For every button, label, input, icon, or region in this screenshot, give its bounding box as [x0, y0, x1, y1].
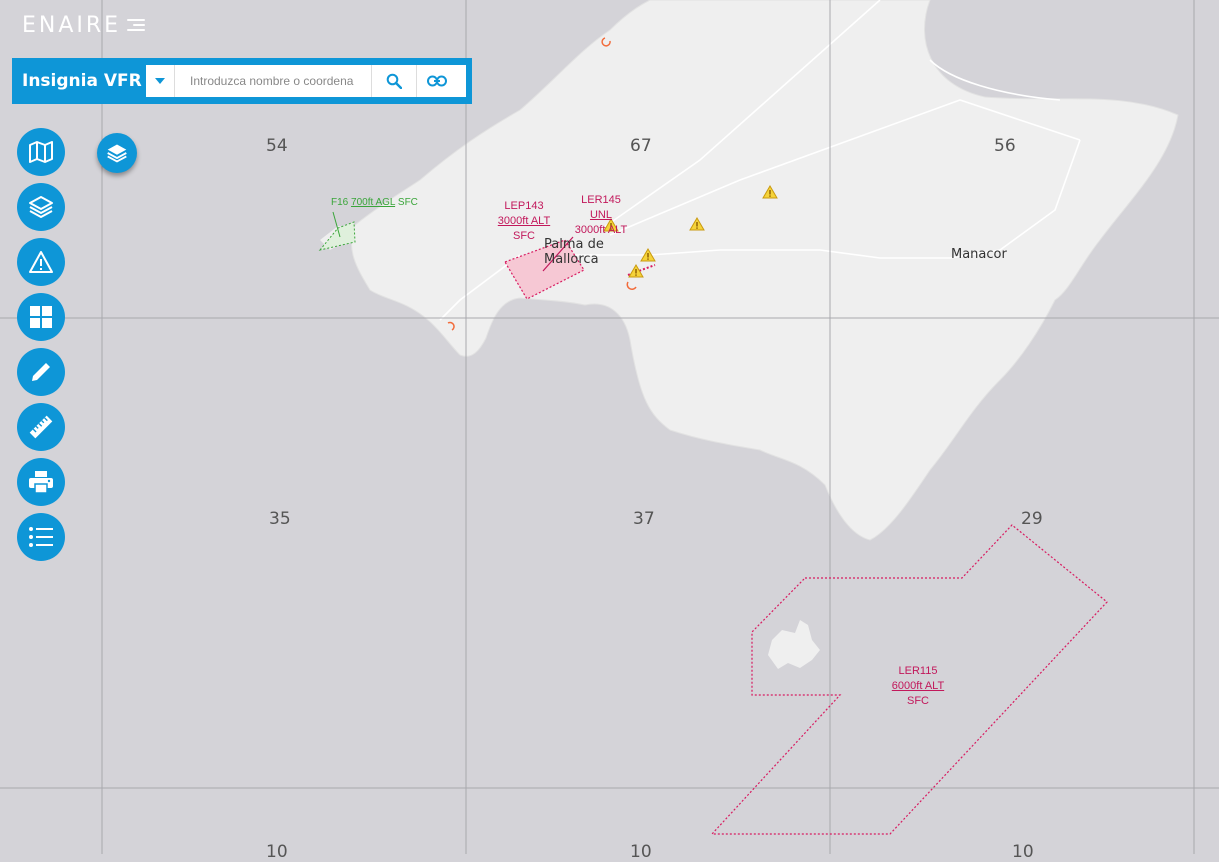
zone-name: LER145 — [581, 194, 621, 206]
search-bar: Insignia VFR — [12, 58, 472, 104]
zone-name: LER115 — [898, 665, 938, 677]
search-input[interactable] — [175, 67, 371, 95]
search-button[interactable] — [371, 65, 417, 97]
zone-label-f16[interactable]: F16 700ft AGL SFC — [331, 197, 418, 208]
grid-icon — [30, 306, 52, 328]
place-label-line: Mallorca — [544, 252, 599, 267]
grid-label: 37 — [633, 509, 655, 529]
grid-label: 29 — [1021, 509, 1043, 529]
measure-button[interactable] — [17, 403, 65, 451]
link-icon — [427, 75, 447, 87]
place-label-manacor[interactable]: Manacor — [951, 247, 1007, 262]
map-icon — [29, 141, 53, 163]
pencil-icon — [32, 363, 50, 381]
map-button[interactable] — [17, 128, 65, 176]
ruler-icon — [29, 415, 53, 439]
zone-label-ler115[interactable]: LER115 6000ft ALT SFC — [889, 664, 947, 709]
printer-icon — [29, 471, 53, 494]
logo-mark-icon — [127, 19, 146, 31]
alerts-button[interactable] — [17, 238, 65, 286]
grid-label: 10 — [630, 842, 652, 862]
caret-down-icon — [155, 78, 165, 84]
draw-button[interactable] — [17, 348, 65, 396]
share-link-button[interactable] — [417, 65, 457, 97]
list-icon — [29, 527, 53, 547]
app-title: Insignia VFR — [22, 71, 142, 91]
grid-button[interactable] — [17, 293, 65, 341]
map-canvas[interactable] — [0, 0, 1219, 854]
search-icon — [386, 73, 402, 89]
layers-icon — [107, 144, 127, 163]
zone-upper-limit: 700ft AGL — [351, 197, 396, 208]
zone-name: F16 — [331, 197, 349, 208]
zone-lower-limit: SFC — [513, 230, 535, 242]
zone-lower-limit: SFC — [907, 695, 929, 707]
logo-text: ENAIRE — [22, 12, 122, 38]
warning-icon — [29, 251, 53, 273]
grid-label: 54 — [266, 136, 288, 156]
zone-name: LEP143 — [504, 200, 544, 212]
search-box — [146, 65, 466, 97]
legend-button[interactable] — [17, 513, 65, 561]
zone-label-lep143[interactable]: LEP143 3000ft ALT SFC — [495, 199, 553, 244]
search-type-dropdown[interactable] — [146, 65, 175, 97]
print-button[interactable] — [17, 458, 65, 506]
grid-label: 56 — [994, 136, 1016, 156]
layer-switcher-button[interactable] — [97, 133, 137, 173]
grid-label: 67 — [630, 136, 652, 156]
grid-label: 10 — [1012, 842, 1034, 862]
zone-upper-limit: 3000ft ALT — [497, 215, 551, 227]
zone-upper-limit: 6000ft ALT — [891, 680, 945, 692]
grid-label: 35 — [269, 509, 291, 529]
zone-label-ler145[interactable]: LER145 UNL 3000ft ALT — [572, 193, 630, 238]
zone-lower-limit: SFC — [397, 197, 418, 208]
layers-button[interactable] — [17, 183, 65, 231]
zone-upper-limit: UNL — [589, 209, 612, 221]
layers-icon — [29, 196, 53, 218]
mallorca-island — [350, 0, 1179, 541]
zone-lower-limit: 3000ft ALT — [574, 224, 628, 236]
enaire-logo: ENAIRE — [22, 12, 146, 38]
grid-label: 10 — [266, 842, 288, 862]
cabrera-island — [768, 620, 820, 669]
